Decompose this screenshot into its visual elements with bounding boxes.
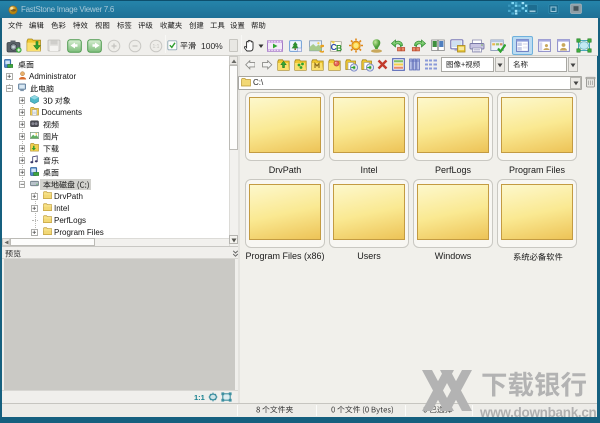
- svg-text:1:1: 1:1: [153, 44, 160, 50]
- svg-text:B: B: [336, 43, 342, 53]
